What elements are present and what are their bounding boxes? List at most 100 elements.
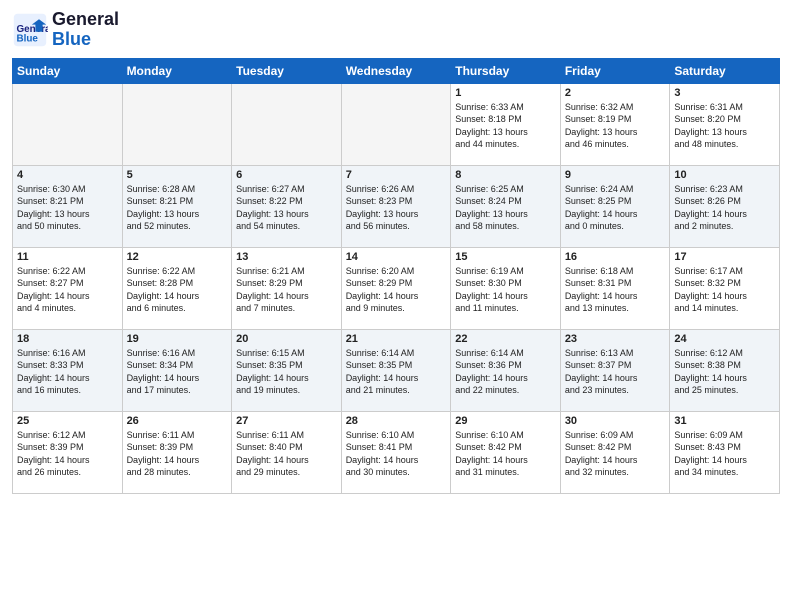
header-sunday: Sunday <box>13 58 123 83</box>
day-number: 17 <box>674 251 775 263</box>
day-number: 19 <box>127 333 228 345</box>
day-info: Sunrise: 6:31 AM Sunset: 8:20 PM Dayligh… <box>674 101 775 151</box>
day-info: Sunrise: 6:20 AM Sunset: 8:29 PM Dayligh… <box>346 265 447 315</box>
day-info: Sunrise: 6:30 AM Sunset: 8:21 PM Dayligh… <box>17 183 118 233</box>
table-row: 4 Sunrise: 6:30 AM Sunset: 8:21 PM Daylig… <box>13 165 123 247</box>
header-saturday: Saturday <box>670 58 780 83</box>
table-row: 27Sunrise: 6:11 AM Sunset: 8:40 PM Dayli… <box>232 411 342 493</box>
day-number: 6 <box>236 169 337 181</box>
table-row: 13 Sunrise: 6:21 AM Sunset: 8:29 PM Dayli… <box>232 247 342 329</box>
table-row: 18Sunrise: 6:16 AM Sunset: 8:33 PM Dayli… <box>13 329 123 411</box>
day-number: 3 <box>674 87 775 99</box>
day-number: 5 <box>127 169 228 181</box>
table-row <box>122 83 232 165</box>
day-info: Sunrise: 6:10 AM Sunset: 8:41 PM Dayligh… <box>346 429 447 479</box>
day-info: Sunrise: 6:18 AM Sunset: 8:31 PM Dayligh… <box>565 265 666 315</box>
day-info: Sunrise: 6:24 AM Sunset: 8:25 PM Dayligh… <box>565 183 666 233</box>
table-row <box>341 83 451 165</box>
day-info: Sunrise: 6:17 AM Sunset: 8:32 PM Dayligh… <box>674 265 775 315</box>
day-info: Sunrise: 6:14 AM Sunset: 8:35 PM Dayligh… <box>346 347 447 397</box>
day-info: Sunrise: 6:22 AM Sunset: 8:27 PM Dayligh… <box>17 265 118 315</box>
table-row: 21 Sunrise: 6:14 AM Sunset: 8:35 PM Dayli… <box>341 329 451 411</box>
day-info: Sunrise: 6:11 AM Sunset: 8:40 PM Dayligh… <box>236 429 337 479</box>
table-row: 8Sunrise: 6:25 AM Sunset: 8:24 PM Daylig… <box>451 165 561 247</box>
table-row: 3 Sunrise: 6:31 AM Sunset: 8:20 PM Daylig… <box>670 83 780 165</box>
day-number: 24 <box>674 333 775 345</box>
header-monday: Monday <box>122 58 232 83</box>
table-row: 31 Sunrise: 6:09 AM Sunset: 8:43 PM Dayli… <box>670 411 780 493</box>
day-info: Sunrise: 6:19 AM Sunset: 8:30 PM Dayligh… <box>455 265 556 315</box>
table-row <box>13 83 123 165</box>
day-number: 25 <box>17 415 118 427</box>
header-tuesday: Tuesday <box>232 58 342 83</box>
day-info: Sunrise: 6:33 AM Sunset: 8:18 PM Dayligh… <box>455 101 556 151</box>
table-row: 11 Sunrise: 6:22 AM Sunset: 8:27 PM Dayli… <box>13 247 123 329</box>
header-thursday: Thursday <box>451 58 561 83</box>
table-row: 1Sunrise: 6:33 AM Sunset: 8:18 PM Daylig… <box>451 83 561 165</box>
table-row: 24 Sunrise: 6:12 AM Sunset: 8:38 PM Dayli… <box>670 329 780 411</box>
day-info: Sunrise: 6:28 AM Sunset: 8:21 PM Dayligh… <box>127 183 228 233</box>
day-number: 23 <box>565 333 666 345</box>
table-row: 19Sunrise: 6:16 AM Sunset: 8:34 PM Dayli… <box>122 329 232 411</box>
day-info: Sunrise: 6:21 AM Sunset: 8:29 PM Dayligh… <box>236 265 337 315</box>
day-number: 31 <box>674 415 775 427</box>
calendar-week-row: 25Sunrise: 6:12 AM Sunset: 8:39 PM Dayli… <box>13 411 780 493</box>
day-info: Sunrise: 6:10 AM Sunset: 8:42 PM Dayligh… <box>455 429 556 479</box>
table-row: 29Sunrise: 6:10 AM Sunset: 8:42 PM Dayli… <box>451 411 561 493</box>
table-row: 25Sunrise: 6:12 AM Sunset: 8:39 PM Dayli… <box>13 411 123 493</box>
day-number: 26 <box>127 415 228 427</box>
day-number: 10 <box>674 169 775 181</box>
table-row: 12Sunrise: 6:22 AM Sunset: 8:28 PM Dayli… <box>122 247 232 329</box>
day-info: Sunrise: 6:09 AM Sunset: 8:43 PM Dayligh… <box>674 429 775 479</box>
table-row: 15Sunrise: 6:19 AM Sunset: 8:30 PM Dayli… <box>451 247 561 329</box>
calendar-week-row: 11 Sunrise: 6:22 AM Sunset: 8:27 PM Dayli… <box>13 247 780 329</box>
day-number: 20 <box>236 333 337 345</box>
day-info: Sunrise: 6:14 AM Sunset: 8:36 PM Dayligh… <box>455 347 556 397</box>
table-row: 2Sunrise: 6:32 AM Sunset: 8:19 PM Daylig… <box>560 83 670 165</box>
day-number: 30 <box>565 415 666 427</box>
calendar-table: Sunday Monday Tuesday Wednesday Thursday… <box>12 58 780 494</box>
calendar-week-row: 1Sunrise: 6:33 AM Sunset: 8:18 PM Daylig… <box>13 83 780 165</box>
table-row <box>232 83 342 165</box>
day-info: Sunrise: 6:27 AM Sunset: 8:22 PM Dayligh… <box>236 183 337 233</box>
table-row: 14Sunrise: 6:20 AM Sunset: 8:29 PM Dayli… <box>341 247 451 329</box>
table-row: 20 Sunrise: 6:15 AM Sunset: 8:35 PM Dayli… <box>232 329 342 411</box>
calendar-week-row: 4 Sunrise: 6:30 AM Sunset: 8:21 PM Daylig… <box>13 165 780 247</box>
calendar-week-row: 18Sunrise: 6:16 AM Sunset: 8:33 PM Dayli… <box>13 329 780 411</box>
table-row: 30Sunrise: 6:09 AM Sunset: 8:42 PM Dayli… <box>560 411 670 493</box>
day-number: 8 <box>455 169 556 181</box>
header-friday: Friday <box>560 58 670 83</box>
table-row: 16 Sunrise: 6:18 AM Sunset: 8:31 PM Dayli… <box>560 247 670 329</box>
day-info: Sunrise: 6:15 AM Sunset: 8:35 PM Dayligh… <box>236 347 337 397</box>
day-number: 12 <box>127 251 228 263</box>
table-row: 17 Sunrise: 6:17 AM Sunset: 8:32 PM Dayli… <box>670 247 780 329</box>
header: General Blue General Blue <box>12 10 780 50</box>
table-row: 22 Sunrise: 6:14 AM Sunset: 8:36 PM Dayli… <box>451 329 561 411</box>
day-number: 11 <box>17 251 118 263</box>
day-number: 16 <box>565 251 666 263</box>
table-row: 28 Sunrise: 6:10 AM Sunset: 8:41 PM Dayli… <box>341 411 451 493</box>
day-number: 9 <box>565 169 666 181</box>
header-wednesday: Wednesday <box>341 58 451 83</box>
table-row: 23Sunrise: 6:13 AM Sunset: 8:37 PM Dayli… <box>560 329 670 411</box>
day-number: 22 <box>455 333 556 345</box>
logo-icon: General Blue <box>12 12 48 48</box>
logo: General Blue General Blue <box>12 10 119 50</box>
page: General Blue General Blue Sunday Monday … <box>0 0 792 612</box>
day-number: 28 <box>346 415 447 427</box>
table-row: 10 Sunrise: 6:23 AM Sunset: 8:26 PM Dayli… <box>670 165 780 247</box>
weekday-header-row: Sunday Monday Tuesday Wednesday Thursday… <box>13 58 780 83</box>
table-row: 6 Sunrise: 6:27 AM Sunset: 8:22 PM Daylig… <box>232 165 342 247</box>
day-info: Sunrise: 6:32 AM Sunset: 8:19 PM Dayligh… <box>565 101 666 151</box>
day-number: 13 <box>236 251 337 263</box>
day-info: Sunrise: 6:12 AM Sunset: 8:38 PM Dayligh… <box>674 347 775 397</box>
logo-text: General Blue <box>52 10 119 50</box>
day-info: Sunrise: 6:26 AM Sunset: 8:23 PM Dayligh… <box>346 183 447 233</box>
table-row: 9 Sunrise: 6:24 AM Sunset: 8:25 PM Daylig… <box>560 165 670 247</box>
day-number: 21 <box>346 333 447 345</box>
day-info: Sunrise: 6:11 AM Sunset: 8:39 PM Dayligh… <box>127 429 228 479</box>
day-number: 18 <box>17 333 118 345</box>
day-info: Sunrise: 6:23 AM Sunset: 8:26 PM Dayligh… <box>674 183 775 233</box>
table-row: 5 Sunrise: 6:28 AM Sunset: 8:21 PM Daylig… <box>122 165 232 247</box>
day-number: 4 <box>17 169 118 181</box>
